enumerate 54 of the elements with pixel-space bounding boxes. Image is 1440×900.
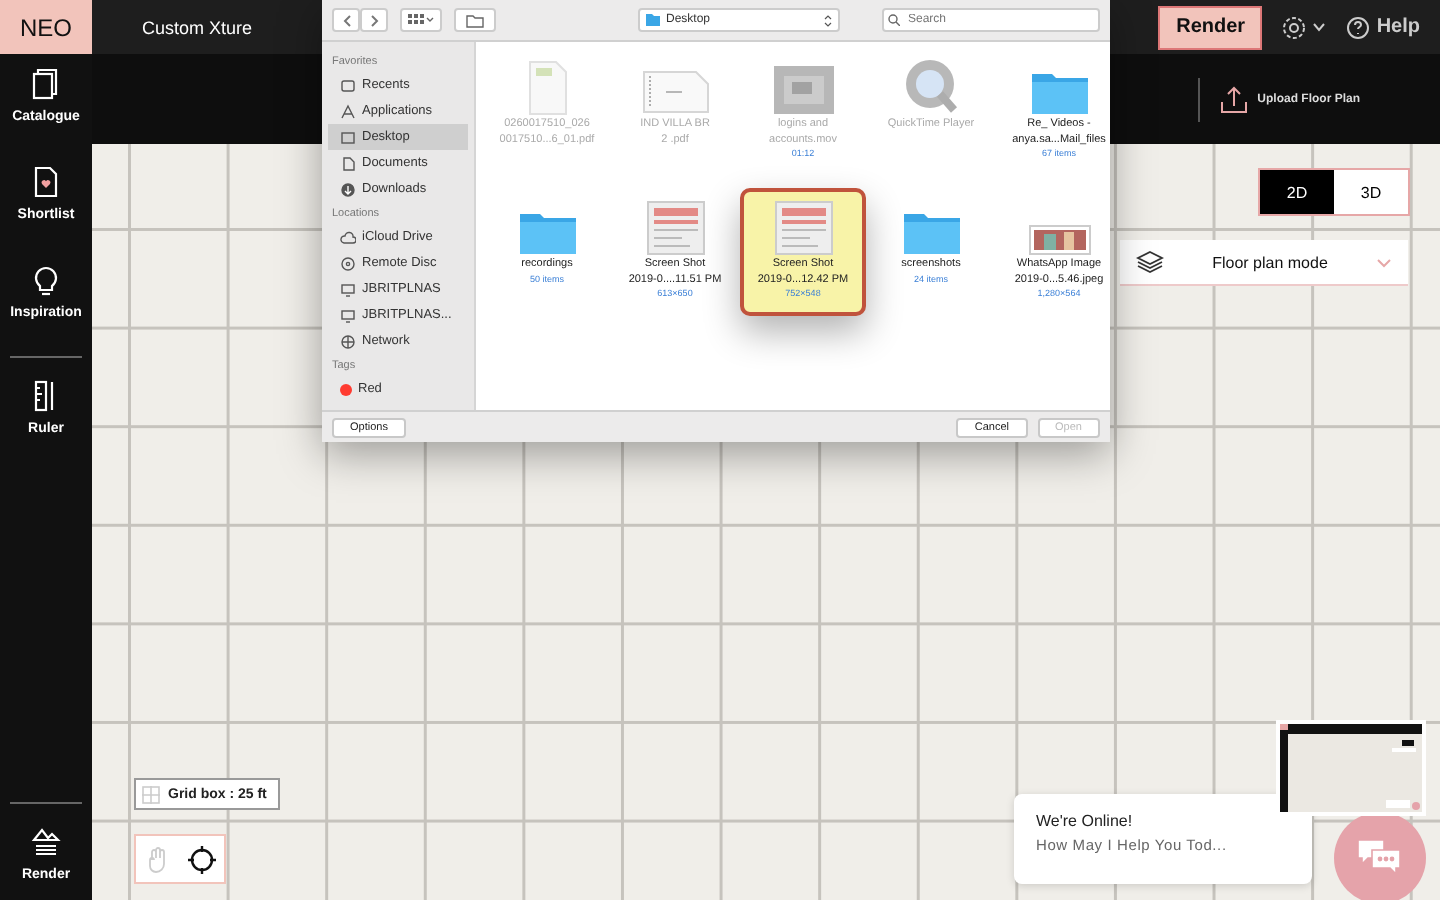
forward-button[interactable] (360, 8, 388, 32)
document-file-icon (641, 68, 709, 116)
render-button[interactable]: Render (1158, 5, 1263, 49)
heart-document-icon (30, 164, 62, 200)
brand-logo[interactable]: NEO (0, 0, 92, 54)
video-thumbnail-icon (771, 64, 835, 116)
applications-icon (340, 103, 356, 119)
project-title: Custom Xture (142, 17, 253, 37)
crosshair-icon (188, 845, 216, 873)
upload-icon (1219, 85, 1248, 113)
pdf-file-icon (525, 60, 569, 116)
chevron-down-icon (1376, 257, 1392, 267)
back-button[interactable] (332, 8, 360, 32)
image-file-icon (773, 200, 833, 256)
view-options-button[interactable] (400, 8, 442, 32)
chat-icon (1356, 838, 1404, 878)
image-file-icon (1027, 224, 1091, 256)
desktop-icon (340, 129, 356, 145)
help-icon (1346, 15, 1371, 39)
cloud-icon (340, 229, 356, 245)
settings-icon (1282, 15, 1307, 39)
disc-icon (340, 255, 356, 271)
stepper-icon (824, 13, 832, 27)
clock-icon (340, 77, 356, 93)
layers-icon (1136, 250, 1164, 274)
caret-icon (1312, 22, 1327, 32)
new-folder-button[interactable] (454, 8, 496, 32)
monitor-icon (340, 281, 356, 297)
chat-title: We're Online! (1036, 812, 1135, 830)
document-icon (340, 155, 356, 171)
catalogue-icon (30, 66, 62, 102)
image-file-icon (645, 200, 705, 256)
folder-icon (466, 13, 484, 27)
folder-icon (646, 14, 660, 26)
target-tool-button[interactable] (188, 845, 216, 873)
globe-icon (340, 333, 356, 349)
monitor-icon (340, 307, 356, 323)
icon-view-icon (408, 14, 434, 26)
view-tab[interactable]: 3D (1334, 170, 1408, 214)
download-icon (340, 181, 356, 197)
folder-icon (901, 208, 961, 256)
lightbulb-icon (30, 262, 62, 298)
chevron-left-icon (341, 13, 351, 27)
render-icon (30, 824, 62, 860)
help-button[interactable]: Help (1346, 15, 1420, 39)
view-tab[interactable]: 2D (1260, 170, 1334, 214)
folder-icon (517, 208, 577, 256)
chat-button[interactable] (1334, 812, 1426, 900)
mode-dropdown[interactable]: Floor plan mode (1120, 240, 1408, 286)
chevron-right-icon (369, 13, 379, 27)
grid-icon (142, 785, 160, 803)
folder-icon (1029, 68, 1089, 116)
settings-button[interactable] (1282, 15, 1327, 39)
quicktime-icon (901, 56, 961, 116)
